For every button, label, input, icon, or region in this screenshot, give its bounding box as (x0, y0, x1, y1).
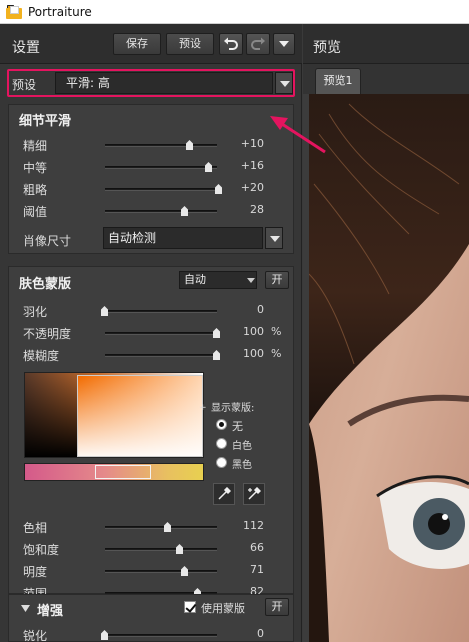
title-bar: Portraiture (0, 0, 469, 24)
radio-label: 无 (232, 420, 243, 433)
hue-slider-track[interactable] (105, 526, 217, 529)
opacity-slider-handle[interactable] (213, 328, 220, 338)
eyedropper-plus-icon (248, 487, 261, 500)
sharpen-slider-track[interactable] (105, 634, 217, 637)
redo-button[interactable] (246, 33, 270, 55)
medium-slider-handle[interactable] (205, 162, 212, 172)
slider-label: 阈值 (23, 205, 48, 219)
slider-unit: % (271, 347, 282, 360)
saturation-slider-track[interactable] (105, 548, 217, 551)
window-title: Portraiture (28, 4, 92, 19)
slider-value: 100 (243, 347, 264, 360)
mask-mode-select[interactable]: 自动 (179, 271, 257, 289)
slider-label: 中等 (23, 161, 48, 175)
slider-label: 色相 (23, 521, 48, 535)
redo-icon (251, 37, 265, 50)
enhance-section: 增强 使用蒙版 开 锐化 0 (8, 594, 294, 642)
slider-label: 明度 (23, 565, 48, 579)
slider-label: 模糊度 (23, 349, 60, 363)
preview-header: 预览 (303, 24, 469, 64)
tab-preview-1[interactable]: 预览1 (315, 68, 361, 94)
fine-slider-handle[interactable] (186, 140, 193, 150)
feather-slider-track[interactable] (105, 310, 217, 313)
threshold-slider-handle[interactable] (181, 206, 188, 216)
blur-slider-track[interactable] (105, 354, 217, 357)
use-mask-checkbox[interactable] (184, 601, 196, 613)
skin-color-picker[interactable]: + (24, 372, 207, 458)
enhance-toggle-button[interactable]: 开 (265, 598, 289, 616)
feather-slider-handle[interactable] (101, 306, 108, 316)
slider-value: +16 (240, 159, 264, 172)
slider-label: 粗略 (23, 183, 48, 197)
eyedropper-add-button[interactable] (243, 483, 265, 505)
color-field[interactable]: + (77, 375, 207, 457)
eyedropper-icon (218, 487, 231, 500)
preset-highlight-box (7, 69, 295, 97)
slider-value: 71 (250, 563, 264, 576)
brightness-slider-handle[interactable] (181, 566, 188, 576)
section-title: 增强 (37, 604, 64, 619)
settings-header: 设置 保存 预设 (0, 24, 302, 64)
slider-unit: % (271, 325, 282, 338)
undo-button[interactable] (219, 33, 243, 55)
radio-label: 白色 (232, 441, 252, 452)
slider-value: +10 (240, 137, 264, 150)
slider-value: 100 (243, 325, 264, 338)
preview-image[interactable] (309, 94, 469, 642)
fine-slider-track[interactable] (105, 144, 217, 147)
slider-value: 112 (243, 519, 264, 532)
settings-title: 设置 (12, 40, 40, 56)
color-crosshair: + (199, 403, 207, 413)
preview-panel: 预览 预览1 (303, 24, 469, 642)
slider-value: 66 (250, 541, 264, 554)
preview-tabs: 预览1 (303, 64, 469, 94)
slider-value: 0 (257, 627, 264, 640)
slider-label: 锐化 (23, 629, 48, 642)
portrait-size-label: 肖像尺寸 (23, 234, 72, 248)
portrait-size-select[interactable]: 自动检测 (103, 227, 263, 249)
slider-label: 饱和度 (23, 543, 60, 557)
saturation-slider-handle[interactable] (176, 544, 183, 554)
brightness-slider-track[interactable] (105, 570, 217, 573)
portrait-photo (309, 94, 469, 642)
slider-value: 28 (250, 203, 264, 216)
mask-toggle-button[interactable]: 开 (265, 271, 289, 289)
collapse-triangle-icon (21, 605, 30, 612)
use-mask-label: 使用蒙版 (201, 602, 245, 615)
settings-panel: 设置 保存 预设 预设 平滑: 高 细节平滑 精细 +10 中等 +16 粗略 … (0, 24, 302, 642)
show-mask-label: 显示蒙版: (211, 403, 255, 414)
preset-button[interactable]: 预设 (166, 33, 214, 55)
undo-icon (224, 37, 238, 50)
slider-value: 0 (257, 303, 264, 316)
sharpen-slider-handle[interactable] (101, 630, 108, 640)
slider-label: 羽化 (23, 305, 48, 319)
preview-title: 预览 (313, 40, 341, 56)
radio-label: 黑色 (232, 460, 252, 471)
slider-label: 精细 (23, 139, 48, 153)
chevron-down-icon (247, 278, 255, 283)
coarse-slider-handle[interactable] (215, 184, 222, 194)
chevron-down-icon (279, 41, 289, 47)
detail-smoothing-section: 细节平滑 精细 +10 中等 +16 粗略 +20 阈值 28 肖像尺寸 自动检… (8, 104, 294, 254)
coarse-slider-track[interactable] (105, 188, 217, 191)
slider-label: 不透明度 (23, 327, 72, 341)
mask-none-radio[interactable] (216, 419, 227, 430)
medium-slider-track[interactable] (105, 166, 217, 169)
opacity-slider-track[interactable] (105, 332, 217, 335)
threshold-slider-track[interactable] (105, 210, 217, 213)
section-title: 细节平滑 (19, 114, 72, 129)
save-button[interactable]: 保存 (113, 33, 161, 55)
app-icon (6, 4, 22, 19)
menu-dropdown-button[interactable] (273, 33, 295, 55)
slider-value: +20 (240, 181, 264, 194)
hue-range-bar[interactable] (24, 463, 204, 481)
eyedropper-button[interactable] (213, 483, 235, 505)
hue-range-selection[interactable] (95, 465, 151, 479)
mask-white-radio[interactable] (216, 438, 227, 449)
portrait-size-dropdown-button[interactable] (265, 227, 283, 249)
blur-slider-handle[interactable] (213, 350, 220, 360)
hue-slider-handle[interactable] (164, 522, 171, 532)
mask-black-radio[interactable] (216, 457, 227, 468)
section-title: 肤色蒙版 (19, 277, 72, 292)
